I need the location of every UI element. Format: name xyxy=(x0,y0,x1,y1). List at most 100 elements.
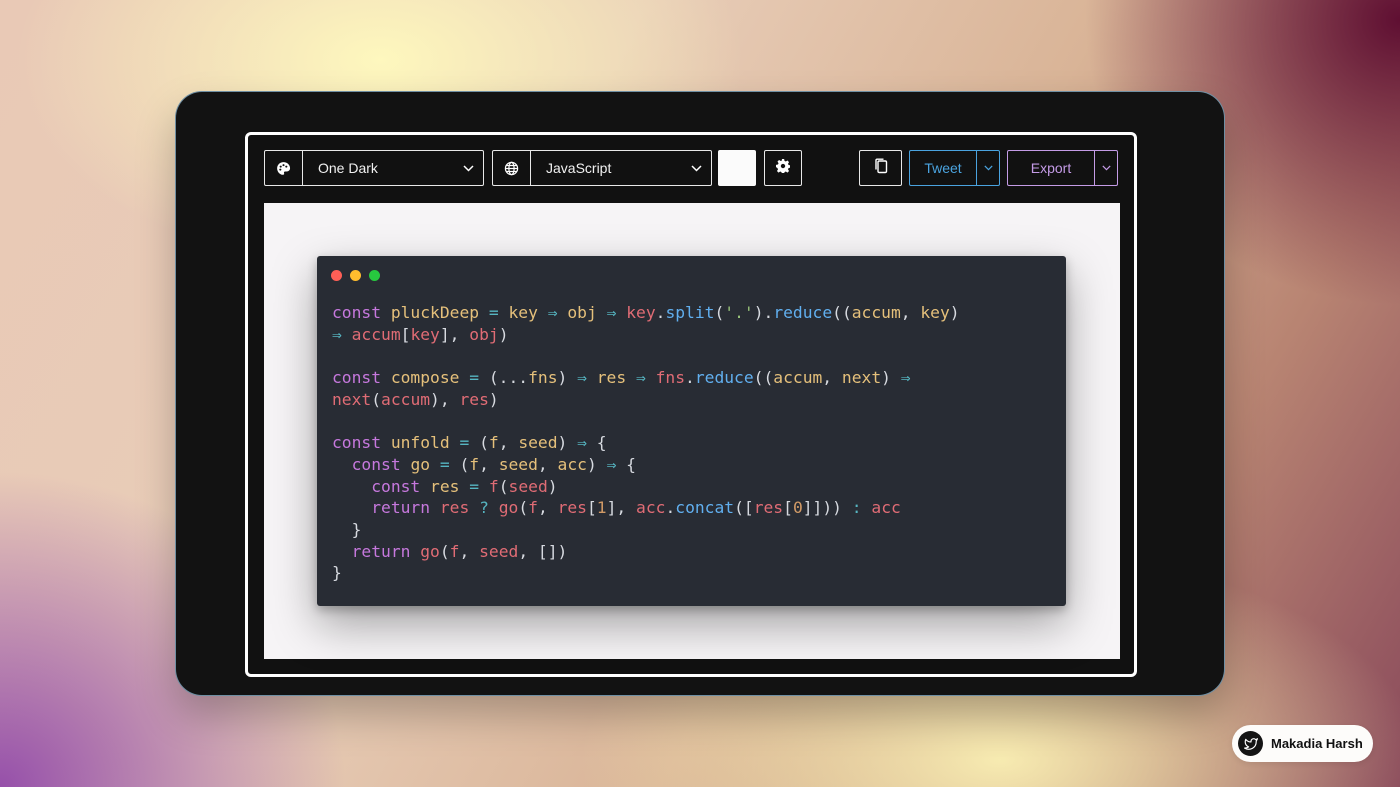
code-variable: compose xyxy=(390,368,460,388)
code-punctuation: ], xyxy=(439,324,470,344)
code-punctuation xyxy=(332,498,371,517)
code-editor[interactable]: const pluckDeep = key ⇒ obj ⇒ key.split(… xyxy=(332,302,960,584)
code-identifier: go xyxy=(498,498,519,518)
code-number: 1 xyxy=(596,498,607,518)
code-identifier: next xyxy=(332,389,372,409)
theme-select[interactable]: One Dark xyxy=(264,150,484,186)
code-punctuation xyxy=(430,455,440,474)
code-punctuation xyxy=(381,433,391,452)
code-line: const go = (f, seed, acc) ⇒ { xyxy=(332,454,960,476)
code-operator: ⇒ xyxy=(547,303,558,322)
code-punctuation: ], xyxy=(606,498,637,518)
code-punctuation xyxy=(597,303,607,322)
code-punctuation xyxy=(862,498,872,517)
code-variable: pluckDeep xyxy=(390,303,480,322)
code-operator: = xyxy=(459,433,470,453)
code-identifier: res xyxy=(753,498,784,518)
code-punctuation: . xyxy=(685,368,695,388)
code-punctuation: ) xyxy=(586,454,607,474)
code-punctuation: , xyxy=(900,303,921,322)
code-keyword: return xyxy=(351,541,411,561)
code-variable: res xyxy=(430,476,460,496)
code-line: const pluckDeep = key ⇒ obj ⇒ key.split(… xyxy=(332,302,960,324)
code-punctuation xyxy=(489,498,499,517)
app-screen: One Dark JavaScript Tweet Export const p… xyxy=(245,132,1137,677)
code-variable: next xyxy=(841,368,882,388)
code-keyword: const xyxy=(351,454,401,474)
code-punctuation xyxy=(381,368,391,387)
code-punctuation xyxy=(646,368,656,387)
code-variable: f xyxy=(488,433,499,453)
tweet-button[interactable]: Tweet xyxy=(910,151,977,185)
chevron-down-icon xyxy=(1101,165,1111,171)
settings-button[interactable] xyxy=(764,150,802,186)
code-variable: obj xyxy=(567,303,597,322)
device-frame: One Dark JavaScript Tweet Export const p… xyxy=(176,92,1224,695)
code-function: concat xyxy=(675,498,735,518)
code-punctuation xyxy=(538,303,548,322)
toolbar: One Dark JavaScript Tweet Export xyxy=(264,150,1120,188)
code-punctuation: ]])) xyxy=(802,498,852,518)
code-punctuation: ) xyxy=(557,368,578,388)
code-operator: ? xyxy=(479,498,489,518)
code-variable: unfold xyxy=(390,433,450,453)
code-identifier: seed xyxy=(479,541,519,561)
code-punctuation xyxy=(381,303,391,322)
code-punctuation: ) xyxy=(488,389,499,409)
copy-icon xyxy=(874,158,888,179)
code-line: } xyxy=(332,562,960,584)
code-punctuation xyxy=(459,368,469,387)
code-punctuation: ( xyxy=(498,476,509,496)
palette-icon xyxy=(265,151,303,185)
code-identifier: go xyxy=(420,541,440,561)
code-punctuation: (( xyxy=(753,368,774,388)
code-punctuation: ( xyxy=(714,303,725,322)
code-keyword: const xyxy=(371,476,421,496)
globe-icon xyxy=(493,151,531,185)
code-keyword: const xyxy=(332,303,382,322)
background-color-picker[interactable] xyxy=(718,150,756,186)
code-punctuation: { xyxy=(616,454,636,474)
code-punctuation xyxy=(420,477,430,496)
export-button[interactable]: Export xyxy=(1008,151,1095,185)
tweet-dropdown-button[interactable] xyxy=(977,151,999,185)
code-punctuation: { xyxy=(586,433,607,453)
code-punctuation: (( xyxy=(832,303,852,322)
copy-button[interactable] xyxy=(859,150,902,186)
code-punctuation xyxy=(479,477,489,496)
code-punctuation xyxy=(469,498,479,517)
code-line: const compose = (...fns) ⇒ res ⇒ fns.red… xyxy=(332,367,960,389)
code-identifier: obj xyxy=(469,324,499,344)
code-punctuation xyxy=(401,455,411,474)
twitter-bird-icon xyxy=(1238,731,1263,756)
export-button-label: Export xyxy=(1030,160,1072,176)
code-punctuation: [ xyxy=(586,498,597,518)
code-punctuation: ) xyxy=(547,476,558,496)
code-identifier: res xyxy=(557,498,587,518)
export-dropdown-button[interactable] xyxy=(1095,151,1117,185)
chevron-down-icon xyxy=(681,151,711,185)
code-operator: ⇒ xyxy=(606,303,617,322)
code-operator: ⇒ xyxy=(606,454,617,474)
code-variable: fns xyxy=(528,368,558,388)
code-variable: key xyxy=(920,303,950,322)
code-punctuation xyxy=(616,303,626,322)
code-operator: : xyxy=(851,498,862,518)
code-punctuation: [ xyxy=(400,324,411,344)
language-select[interactable]: JavaScript xyxy=(492,150,712,186)
code-punctuation: , xyxy=(822,368,842,388)
code-punctuation xyxy=(342,325,352,344)
code-operator: = xyxy=(469,368,480,388)
code-identifier: fns xyxy=(655,368,686,388)
code-line: return go(f, seed, []) xyxy=(332,541,960,563)
code-punctuation: , xyxy=(479,454,499,474)
code-identifier: accum xyxy=(351,324,401,344)
code-window: const pluckDeep = key ⇒ obj ⇒ key.split(… xyxy=(317,256,1066,606)
code-punctuation: , []) xyxy=(518,541,568,561)
code-punctuation: ([ xyxy=(734,498,754,518)
code-punctuation: ( xyxy=(518,498,529,518)
code-string: '.' xyxy=(724,303,754,322)
code-variable: seed xyxy=(518,433,558,453)
code-line: const res = f(seed) xyxy=(332,476,960,498)
code-punctuation: , xyxy=(537,498,558,518)
